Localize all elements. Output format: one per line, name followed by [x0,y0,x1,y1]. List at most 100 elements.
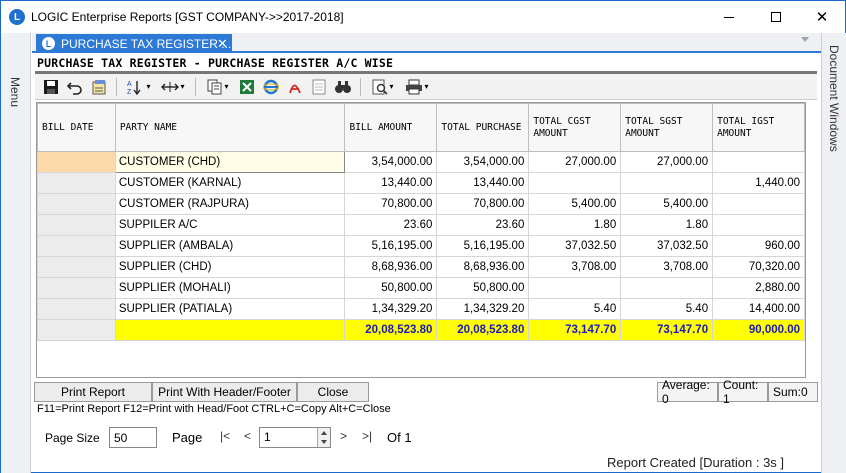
cell-party-name[interactable] [114,319,346,341]
cell-total-sgst[interactable]: 5,400.00 [620,193,714,215]
menu-label[interactable]: Menu [8,77,22,107]
cell-total-cgst[interactable]: 5.40 [528,298,622,320]
cell-party-name[interactable]: CUSTOMER (KARNAL) [114,172,346,194]
close-window-button[interactable]: ✕ [799,1,845,33]
cell-total-purchase[interactable]: 50,800.00 [436,277,530,299]
column-header-total-sgst[interactable]: TOTAL SGST AMOUNT [620,103,714,152]
table-row[interactable]: CUSTOMER (KARNAL) 13,440.00 13,440.00 1,… [37,172,805,194]
cell-total-igst[interactable] [712,151,805,173]
undo-icon[interactable] [65,77,85,97]
cell-bill-date[interactable] [37,214,116,236]
cell-party-name[interactable]: CUSTOMER (RAJPURA) [114,193,346,215]
cell-total-purchase[interactable]: 13,440.00 [436,172,530,194]
total-sgst[interactable]: 73,147.70 [620,319,714,341]
spin-down-icon[interactable] [321,440,327,444]
next-page-button[interactable]: > [340,429,347,443]
cell-party-name[interactable]: SUPPLIER (MOHALI) [114,277,346,299]
copy-icon[interactable]: ▾ [203,77,233,97]
save-icon[interactable] [41,77,61,97]
column-header-bill-date[interactable]: BILL DATE [37,103,116,152]
table-row[interactable]: SUPPLIER (PATIALA) 1,34,329.20 1,34,329.… [37,298,805,320]
ie-icon[interactable] [261,77,281,97]
cell-total-purchase[interactable]: 8,68,936.00 [436,256,530,278]
cell-total-sgst[interactable]: 27,000.00 [620,151,714,173]
minimize-button[interactable] [706,1,752,33]
close-button[interactable]: Close [297,382,369,402]
cell-total-igst[interactable]: 70,320.00 [712,256,805,278]
report-grid[interactable]: BILL DATE PARTY NAME BILL AMOUNT TOTAL P… [36,102,806,378]
print-report-button[interactable]: Print Report [34,382,152,402]
cell-total-igst[interactable] [712,214,805,236]
cell-bill-date[interactable] [37,277,116,299]
cell-total-purchase[interactable]: 3,54,000.00 [436,151,530,173]
cell-total-cgst[interactable] [528,277,622,299]
cell-total-sgst[interactable]: 3,708.00 [620,256,714,278]
cell-bill-date[interactable] [37,256,116,278]
column-header-total-purchase[interactable]: TOTAL PURCHASE [436,103,530,152]
cell-bill-date[interactable] [37,319,116,341]
cell-bill-date[interactable] [37,151,116,173]
page-setup-icon[interactable] [89,77,109,97]
sort-icon[interactable]: A Z ▾ [124,77,154,97]
column-header-total-igst[interactable]: TOTAL IGST AMOUNT [712,103,805,152]
cell-total-cgst[interactable]: 27,000.00 [528,151,622,173]
document-icon[interactable] [309,77,329,97]
cell-bill-date[interactable] [37,235,116,257]
tab-list-dropdown-icon[interactable] [801,37,809,42]
last-page-button[interactable]: >| [362,429,372,443]
cell-total-sgst[interactable] [620,277,714,299]
cell-party-name[interactable]: SUPPLIER (AMBALA) [114,235,346,257]
cell-bill-amount[interactable]: 1,34,329.20 [344,298,438,320]
cell-party-name[interactable]: CUSTOMER (CHD) [114,151,346,173]
cell-party-name[interactable]: SUPPLIER (PATIALA) [114,298,346,320]
cell-bill-amount[interactable]: 70,800.00 [344,193,438,215]
page-size-input[interactable] [109,427,157,448]
cell-total-sgst[interactable]: 5.40 [620,298,714,320]
table-row[interactable]: SUPPLIER (MOHALI) 50,800.00 50,800.00 2,… [37,277,805,299]
cell-total-sgst[interactable] [620,172,714,194]
page-number-input[interactable]: 1 [259,427,331,448]
total-igst[interactable]: 90,000.00 [712,319,805,341]
print-with-header-footer-button[interactable]: Print With Header/Footer [152,382,297,402]
cell-bill-date[interactable] [37,298,116,320]
cell-total-cgst[interactable]: 37,032.50 [528,235,622,257]
cell-party-name[interactable]: SUPPILER A/C [114,214,346,236]
cell-total-igst[interactable] [712,193,805,215]
totals-row[interactable]: 20,08,523.80 20,08,523.80 73,147.70 73,1… [37,319,805,341]
cell-total-igst[interactable]: 1,440.00 [712,172,805,194]
document-windows-label[interactable]: Document Windows [827,45,841,152]
column-header-bill-amount[interactable]: BILL AMOUNT [344,103,438,152]
cell-total-purchase[interactable]: 5,16,195.00 [436,235,530,257]
first-page-button[interactable]: |< [220,429,230,443]
table-row[interactable]: CUSTOMER (CHD) 3,54,000.00 3,54,000.00 2… [37,151,805,173]
total-cgst[interactable]: 73,147.70 [528,319,622,341]
maximize-button[interactable] [753,1,799,33]
menu-panel[interactable]: Menu [1,33,31,473]
column-header-party-name[interactable]: PARTY NAME [114,103,346,152]
page-spinner[interactable] [317,428,330,447]
total-bill-amount[interactable]: 20,08,523.80 [344,319,438,341]
cell-total-sgst[interactable]: 37,032.50 [620,235,714,257]
cell-total-sgst[interactable]: 1.80 [620,214,714,236]
cell-bill-amount[interactable]: 3,54,000.00 [344,151,438,173]
cell-bill-amount[interactable]: 23.60 [344,214,438,236]
cell-total-igst[interactable]: 2,880.00 [712,277,805,299]
cell-total-purchase[interactable]: 23.60 [436,214,530,236]
cell-bill-amount[interactable]: 5,16,195.00 [344,235,438,257]
tab-purchase-tax-register[interactable]: L PURCHASE TAX REGISTER ... ✕ [36,34,232,53]
previous-page-button[interactable]: < [244,429,251,443]
find-icon[interactable] [333,77,353,97]
total-purchase[interactable]: 20,08,523.80 [436,319,530,341]
spin-up-icon[interactable] [321,431,327,435]
column-header-total-cgst[interactable]: TOTAL CGST AMOUNT [528,103,622,152]
cell-bill-amount[interactable]: 8,68,936.00 [344,256,438,278]
cell-bill-amount[interactable]: 13,440.00 [344,172,438,194]
cell-total-cgst[interactable] [528,172,622,194]
table-row[interactable]: SUPPLIER (CHD) 8,68,936.00 8,68,936.00 3… [37,256,805,278]
table-row[interactable]: SUPPILER A/C 23.60 23.60 1.80 1.80 [37,214,805,236]
excel-icon[interactable] [237,77,257,97]
cell-total-cgst[interactable]: 3,708.00 [528,256,622,278]
cell-bill-date[interactable] [37,193,116,215]
table-row[interactable]: SUPPLIER (AMBALA) 5,16,195.00 5,16,195.0… [37,235,805,257]
cell-party-name[interactable]: SUPPLIER (CHD) [114,256,346,278]
